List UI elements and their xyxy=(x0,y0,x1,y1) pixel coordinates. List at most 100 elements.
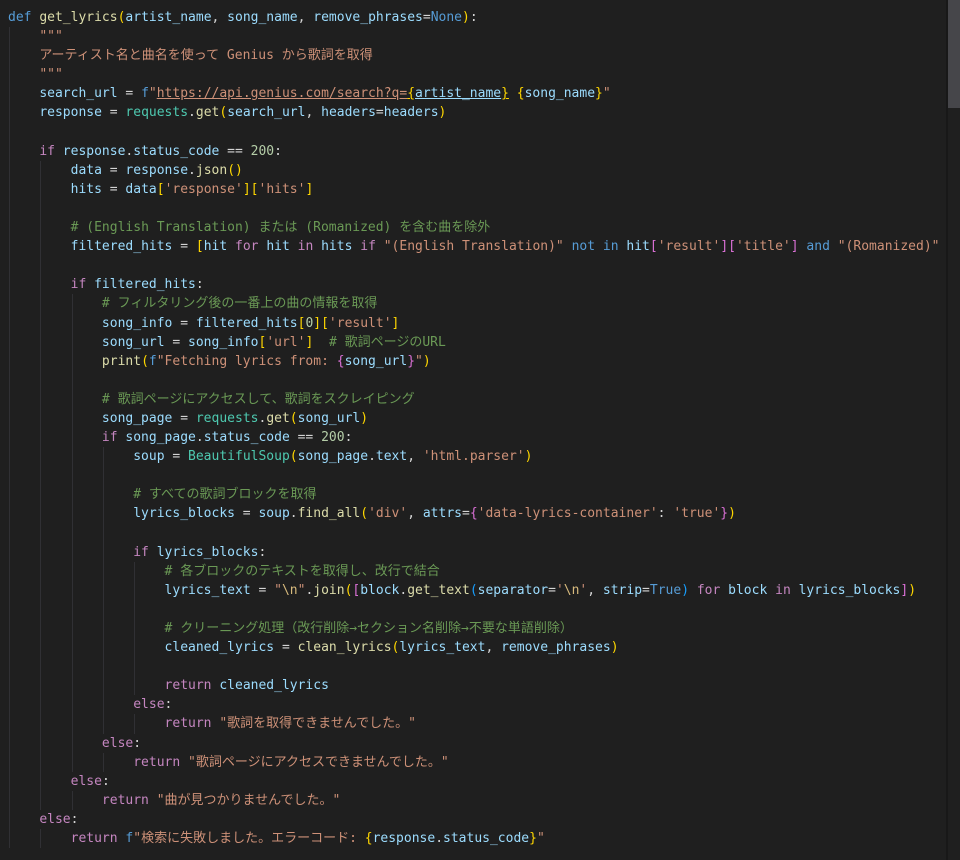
code-line[interactable]: lyrics_blocks = soup.find_all('div', att… xyxy=(0,504,946,523)
code-line[interactable]: filtered_hits = [hit for hit in hits if … xyxy=(0,237,946,256)
code-line[interactable]: # フィルタリング後の一番上の曲の情報を取得 xyxy=(0,294,946,313)
code-line[interactable]: if lyrics_blocks: xyxy=(0,543,946,562)
code-token: json xyxy=(196,163,227,178)
indent-guide xyxy=(9,237,10,256)
code-line[interactable]: hits = data['response']['hits'] xyxy=(0,180,946,199)
code-line[interactable]: return "歌詞ページにアクセスできませんでした。" xyxy=(0,753,946,772)
code-line[interactable]: return cleaned_lyrics xyxy=(0,676,946,695)
code-line[interactable]: else: xyxy=(0,695,946,714)
code-token: ] xyxy=(900,583,908,598)
code-line[interactable]: if song_page.status_code == 200: xyxy=(0,428,946,447)
code-line[interactable]: アーティスト名と曲名を使って Genius から歌詞を取得 xyxy=(0,46,946,65)
code-token xyxy=(8,29,39,44)
code-line[interactable]: song_url = song_info['url'] # 歌詞ページのURL xyxy=(0,333,946,352)
code-line[interactable]: soup = BeautifulSoup(song_page.text, 'ht… xyxy=(0,447,946,466)
code-token: f xyxy=(149,354,157,369)
code-token: "曲が見つかりませんでした。" xyxy=(157,793,341,808)
code-line[interactable]: return f"検索に失敗しました。エラーコード: {response.sta… xyxy=(0,829,946,848)
code-token: def xyxy=(8,10,31,25)
code-line[interactable] xyxy=(0,256,946,275)
code-token: return xyxy=(165,678,212,693)
indent-guide xyxy=(103,524,104,543)
code-token: song_name xyxy=(227,10,297,25)
code-line[interactable] xyxy=(0,466,946,485)
code-token: get_text xyxy=(407,583,470,598)
code-line[interactable]: # 歌詞ページにアクセスして、歌詞をスクレイピング xyxy=(0,390,946,409)
indent-guide xyxy=(9,638,10,657)
code-line[interactable]: song_info = filtered_hits[0]['result'] xyxy=(0,314,946,333)
code-token: block xyxy=(728,583,767,598)
code-line[interactable] xyxy=(0,199,946,218)
code-token: song_url xyxy=(298,411,361,426)
code-token: hit xyxy=(266,239,289,254)
code-token: lyrics_text xyxy=(399,640,485,655)
code-token: song_url xyxy=(102,335,165,350)
code-token: ) xyxy=(908,583,916,598)
code-token: "歌詞を取得できませんでした。" xyxy=(219,716,416,731)
code-token: : xyxy=(165,697,173,712)
code-line[interactable]: def get_lyrics(artist_name, song_name, r… xyxy=(0,8,946,27)
code-token: アーティスト名と曲名を使って Genius から歌詞を取得 xyxy=(39,48,372,63)
indent-guide xyxy=(103,619,104,638)
indent-guide xyxy=(40,524,41,543)
code-token: "(Romanized)" xyxy=(838,239,940,254)
code-line[interactable]: song_page = requests.get(song_url) xyxy=(0,409,946,428)
code-line[interactable] xyxy=(0,657,946,676)
code-token: # 歌詞ページにアクセスして、歌詞をスクレイピング xyxy=(102,392,415,407)
code-line[interactable]: print(f"Fetching lyrics from: {song_url}… xyxy=(0,352,946,371)
code-area[interactable]: def get_lyrics(artist_name, song_name, r… xyxy=(0,0,946,860)
code-token xyxy=(8,487,133,502)
code-line[interactable] xyxy=(0,371,946,390)
indent-guide xyxy=(103,638,104,657)
code-line[interactable]: return "歌詞を取得できませんでした。" xyxy=(0,714,946,733)
code-line[interactable]: if response.status_code == 200: xyxy=(0,142,946,161)
code-line[interactable]: cleaned_lyrics = clean_lyrics(lyrics_tex… xyxy=(0,638,946,657)
code-token: filtered_hits xyxy=(94,277,196,292)
indent-guide xyxy=(9,829,10,848)
code-line[interactable]: lyrics_text = "\n".join([block.get_text(… xyxy=(0,581,946,600)
code-line[interactable]: """ xyxy=(0,65,946,84)
indent-guide xyxy=(9,371,10,390)
code-line[interactable]: data = response.json() xyxy=(0,161,946,180)
code-token: 'true' xyxy=(673,506,720,521)
code-token xyxy=(8,793,102,808)
code-line[interactable]: # (English Translation) または (Romanized) … xyxy=(0,218,946,237)
code-token xyxy=(8,716,165,731)
indent-guide xyxy=(40,734,41,753)
code-token xyxy=(8,392,102,407)
code-token: 'result' xyxy=(329,316,392,331)
code-line[interactable] xyxy=(0,123,946,142)
code-token: = xyxy=(274,640,297,655)
code-line[interactable]: else: xyxy=(0,772,946,791)
scrollbar-thumb[interactable] xyxy=(948,0,960,108)
code-line[interactable]: # クリーニング処理（改行削除→セクション名削除→不要な単語削除） xyxy=(0,619,946,638)
code-token: cleaned_lyrics xyxy=(165,640,275,655)
code-line[interactable]: response = requests.get(search_url, head… xyxy=(0,103,946,122)
indent-guide xyxy=(40,352,41,371)
code-token: = xyxy=(172,316,195,331)
indent-guide xyxy=(40,180,41,199)
code-line[interactable]: return "曲が見つかりませんでした。" xyxy=(0,791,946,810)
vertical-scrollbar[interactable] xyxy=(946,0,960,860)
code-token: ) xyxy=(423,354,431,369)
code-token: " xyxy=(415,354,423,369)
code-line[interactable]: if filtered_hits: xyxy=(0,275,946,294)
code-line[interactable]: """ xyxy=(0,27,946,46)
code-token xyxy=(8,621,165,636)
indent-guide xyxy=(72,734,73,753)
code-token: = xyxy=(376,105,384,120)
indent-guide xyxy=(134,600,135,619)
code-line[interactable]: # 各ブロックのテキストを取得し、改行で結合 xyxy=(0,562,946,581)
code-token xyxy=(376,239,384,254)
code-line[interactable] xyxy=(0,524,946,543)
code-token: . xyxy=(196,430,204,445)
indent-guide xyxy=(72,504,73,523)
code-line[interactable]: else: xyxy=(0,734,946,753)
indent-guide xyxy=(40,543,41,562)
indent-guide xyxy=(72,543,73,562)
code-line[interactable] xyxy=(0,600,946,619)
code-line[interactable]: else: xyxy=(0,810,946,829)
code-line[interactable]: search_url = f"https://api.genius.com/se… xyxy=(0,84,946,103)
code-line[interactable]: # すべての歌詞ブロックを取得 xyxy=(0,485,946,504)
code-token: , xyxy=(298,10,314,25)
